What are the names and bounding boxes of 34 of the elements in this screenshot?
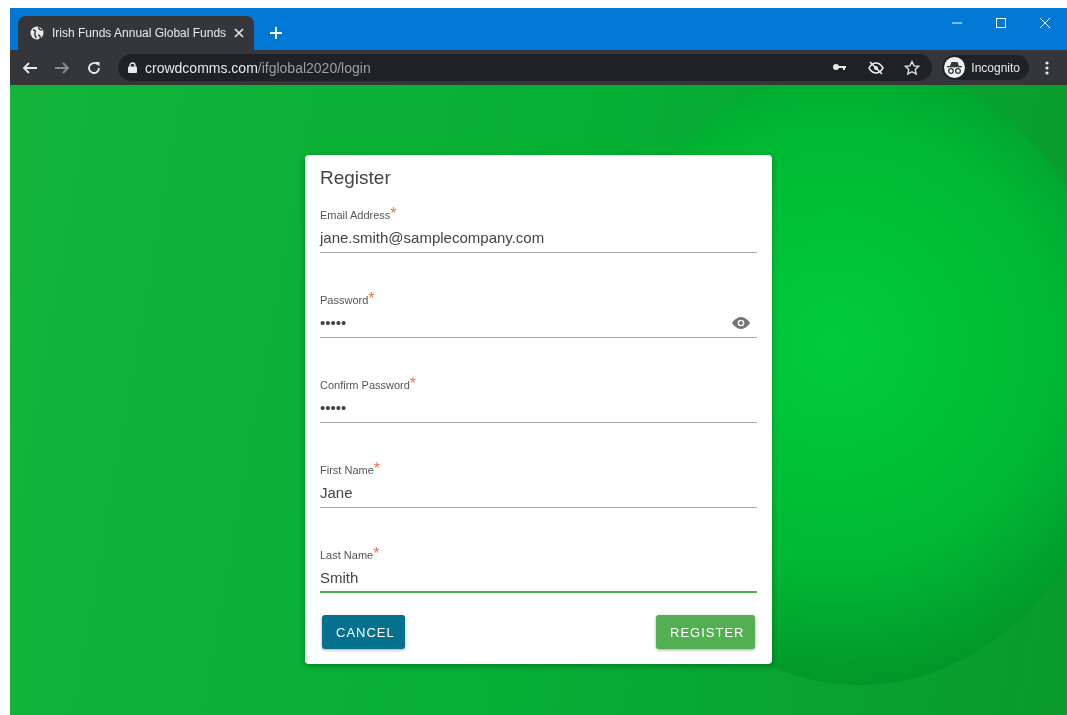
input-field[interactable]: Smith: [320, 563, 757, 593]
address-bar[interactable]: crowdcomms.com/ifglobal2020/login: [118, 54, 933, 81]
globe-icon: [30, 26, 44, 40]
eye-icon[interactable]: [731, 315, 751, 330]
field-label: Password: [320, 294, 369, 306]
field-label: Confirm Password: [320, 379, 410, 391]
input-field[interactable]: Jane: [320, 478, 757, 508]
back-icon[interactable]: [22, 59, 38, 76]
close-icon[interactable]: [234, 28, 245, 38]
menu-icon[interactable]: [1045, 60, 1049, 75]
field-label: Email Address: [320, 209, 391, 221]
cancel-button[interactable]: CANCEL: [322, 615, 405, 649]
maximize-icon[interactable]: [996, 18, 1006, 28]
url-text: crowdcomms.com/ifglobal2020/login: [145, 59, 372, 76]
required-mark: *: [373, 460, 380, 477]
input-field[interactable]: •••••: [320, 393, 757, 423]
reload-icon[interactable]: [86, 59, 102, 76]
eye-slash-icon[interactable]: [868, 59, 885, 76]
required-mark: *: [409, 375, 417, 392]
field-label: First Name: [320, 464, 374, 476]
input-field[interactable]: jane.smith@samplecompany.com: [320, 223, 757, 253]
forward-icon[interactable]: [54, 59, 70, 76]
required-mark: *: [368, 290, 375, 307]
incognito-icon: [947, 61, 963, 74]
lock-icon: [128, 62, 137, 73]
form-title: Register: [320, 167, 392, 189]
profile-button[interactable]: Incognito: [942, 55, 1029, 80]
required-mark: *: [373, 545, 380, 562]
star-icon[interactable]: [904, 59, 921, 76]
required-mark: *: [390, 205, 397, 222]
browser-tab[interactable]: Irish Funds Annual Global Funds: [18, 16, 255, 50]
plus-icon[interactable]: [270, 27, 283, 39]
input-field[interactable]: •••••: [320, 308, 757, 338]
field-label: Last Name: [320, 549, 374, 561]
